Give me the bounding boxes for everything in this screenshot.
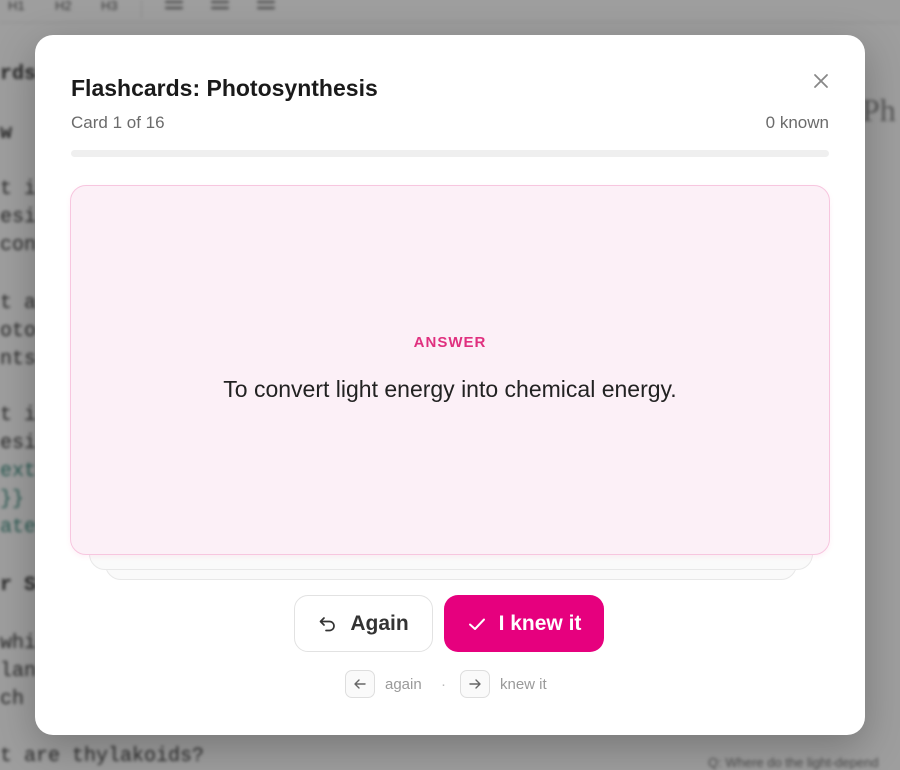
arrow-right-icon	[469, 679, 481, 689]
known-count: 0 known	[765, 113, 829, 132]
dialog-title: Flashcards: Photosynthesis	[71, 75, 378, 101]
undo-icon	[319, 616, 336, 631]
close-icon	[814, 74, 828, 88]
flashcards-dialog: Flashcards: Photosynthesis Card 1 of 16 …	[35, 35, 865, 735]
keyboard-hints: again · knew it	[35, 670, 865, 702]
flashcard[interactable]: ANSWER To convert light energy into chem…	[70, 185, 830, 555]
knew-it-hint: knew it	[500, 676, 547, 693]
hint-separator: ·	[441, 676, 446, 693]
progress-bar	[71, 150, 829, 157]
again-button-label: Again	[350, 611, 409, 635]
check-icon	[468, 618, 485, 630]
again-hint: again	[385, 676, 422, 693]
close-button[interactable]	[811, 71, 831, 91]
card-side-label: ANSWER	[413, 334, 487, 351]
arrow-left-icon	[354, 679, 366, 689]
knew-it-button-label: I knew it	[498, 611, 582, 635]
card-counter: Card 1 of 16	[71, 113, 165, 132]
left-arrow-key	[345, 670, 375, 698]
knew-it-button[interactable]: I knew it	[444, 595, 604, 652]
right-arrow-key	[460, 670, 490, 698]
again-button[interactable]: Again	[294, 595, 433, 652]
card-answer-text: To convert light energy into chemical en…	[223, 376, 677, 402]
